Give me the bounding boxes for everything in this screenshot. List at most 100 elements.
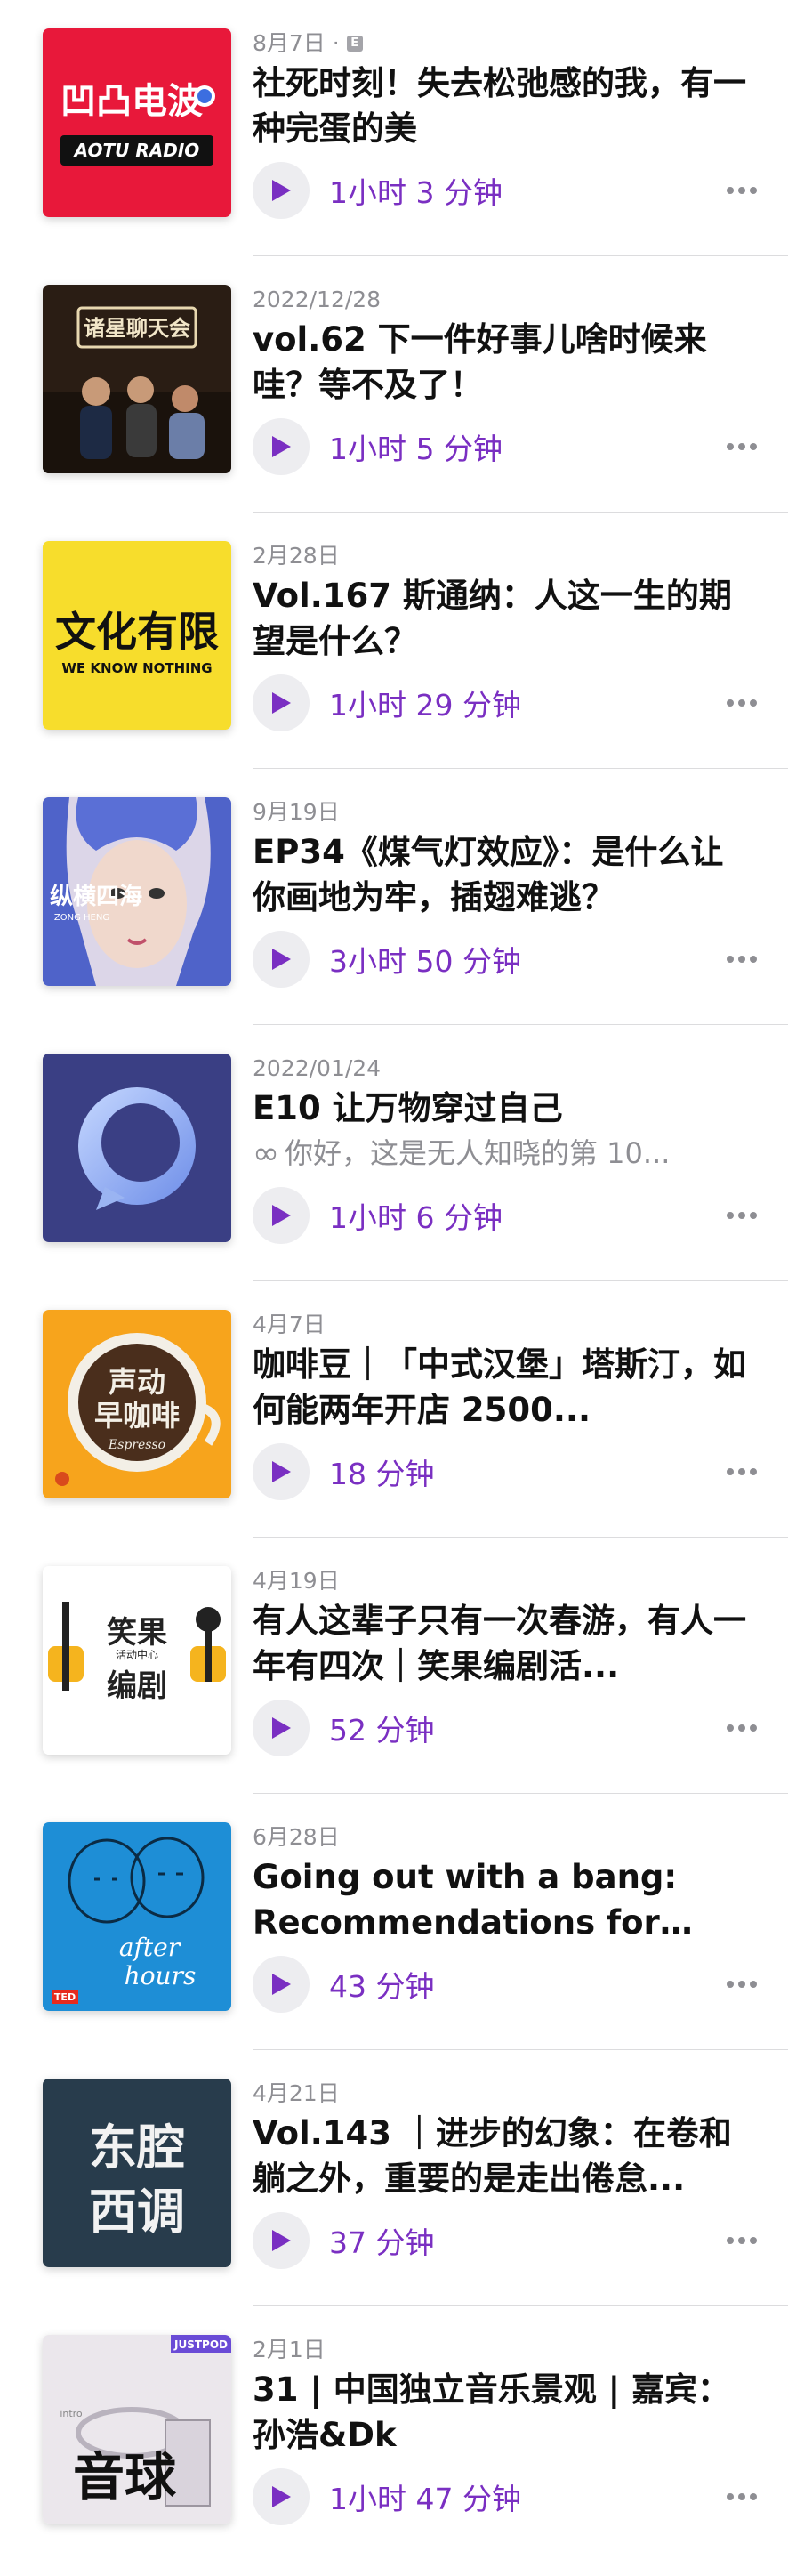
play-button[interactable]	[253, 674, 310, 731]
podcast-artwork-aotu-radio[interactable]: 凹凸电波 AOTU RADIO	[43, 28, 231, 217]
yinqiu-artwork: JUSTPOD intro 音球	[43, 2335, 231, 2524]
svg-text:TED: TED	[54, 1991, 76, 2003]
episode-title[interactable]: Vol.143 ｜进步的幻象：在卷和躺之外，重要的是走出倦怠...	[253, 2111, 756, 2201]
shengdong-zaokafei-artwork: 声动 早咖啡 Espresso	[43, 1310, 231, 1498]
more-dot-icon	[738, 443, 745, 450]
more-dot-icon	[738, 187, 745, 194]
more-dot-icon	[750, 1724, 757, 1732]
episode-title[interactable]: E10 让万物穿过自己	[253, 1086, 756, 1131]
episode-title[interactable]: Going out with a bang: Recommendations f…	[253, 1854, 756, 1945]
episode-date: 2月1日	[253, 2337, 326, 2362]
svg-text:纵横四海: 纵横四海	[50, 884, 142, 910]
aotu-radio-artwork: 凹凸电波 AOTU RADIO	[43, 28, 231, 217]
more-dot-icon	[727, 2237, 734, 2244]
more-options-button[interactable]	[722, 171, 761, 210]
zongheng-sihai-artwork: 纵横四海 ZONG HENG	[43, 797, 231, 986]
episode-date: 9月19日	[253, 799, 340, 825]
podcast-artwork-after-hours[interactable]: after hours TED	[43, 1822, 231, 2011]
more-dot-icon	[750, 187, 757, 194]
episode-title[interactable]: vol.62 下一件好事儿啥时候来哇？等不及了！	[253, 317, 756, 408]
dongqiang-xidiao-artwork: 东腔 西调	[43, 2079, 231, 2267]
episode-row[interactable]: 笑果 活动中心 编剧 4月19日 有人这辈子只有一次春游，有人一年有四次｜笑果编…	[0, 1538, 788, 1794]
play-icon	[272, 692, 291, 714]
episode-title[interactable]: Vol.167 斯通纳：人这一生的期望是什么？	[253, 573, 756, 664]
more-options-button[interactable]	[722, 2477, 761, 2516]
episode-row[interactable]: 凹凸电波 AOTU RADIO 8月7日 · E 社死时刻！失去松弛感的我，有一…	[0, 0, 788, 256]
svg-text:东腔: 东腔	[89, 2120, 185, 2176]
episode-row[interactable]: JUSTPOD intro 音球 2月1日 31 | 中国独立音乐景观 | 嘉宾…	[0, 2306, 788, 2563]
episode-title[interactable]: 有人这辈子只有一次春游，有人一年有四次｜笑果编剧活...	[253, 1598, 756, 1689]
episode-date: 4月7日	[253, 1312, 326, 1337]
svg-text:笑果: 笑果	[107, 1615, 167, 1651]
episode-duration: 1小时 29 分钟	[329, 688, 521, 723]
episode-date: 2022/12/28	[253, 287, 382, 312]
episode-row[interactable]: after hours TED 6月28日 Going out with a b…	[0, 1794, 788, 2050]
wenhua-youxian-artwork: 文化有限 WE KNOW NOTHING	[43, 541, 231, 730]
svg-text:声动: 声动	[109, 1365, 165, 1399]
podcast-artwork-wuren-zhixiao[interactable]	[43, 1054, 231, 1242]
episode-title[interactable]: 咖啡豆｜「中式汉堡」塔斯汀，如何能两年开店 2500...	[253, 1342, 756, 1433]
more-dot-icon	[738, 956, 745, 963]
play-button[interactable]	[253, 931, 310, 988]
svg-text:西调: 西调	[89, 2184, 185, 2240]
more-dot-icon	[727, 1212, 734, 1219]
more-dot-icon	[727, 187, 734, 194]
play-button[interactable]	[253, 1443, 310, 1500]
more-options-button[interactable]	[722, 2221, 761, 2260]
episode-row[interactable]: 东腔 西调 4月21日 Vol.143 ｜进步的幻象：在卷和躺之外，重要的是走出…	[0, 2050, 788, 2306]
svg-text:活动中心: 活动中心	[116, 1648, 158, 1661]
more-dot-icon	[738, 699, 745, 707]
play-button[interactable]	[253, 162, 310, 219]
more-dot-icon	[738, 1981, 745, 1988]
episode-title[interactable]: EP34《煤气灯效应》：是什么让你画地为牢，插翅难逃？	[253, 829, 756, 920]
play-button[interactable]	[253, 418, 310, 475]
episode-row[interactable]: 纵横四海 ZONG HENG 9月19日 EP34《煤气灯效应》：是什么让你画地…	[0, 769, 788, 1025]
play-icon	[272, 1717, 291, 1739]
podcast-artwork-wenhua-youxian[interactable]: 文化有限 WE KNOW NOTHING	[43, 541, 231, 730]
more-options-button[interactable]	[722, 427, 761, 466]
play-button[interactable]	[253, 1700, 310, 1756]
podcast-artwork-shengdong-zaokafei[interactable]: 声动 早咖啡 Espresso	[43, 1310, 231, 1498]
episode-row[interactable]: 文化有限 WE KNOW NOTHING 2月28日 Vol.167 斯通纳：人…	[0, 513, 788, 769]
play-icon	[272, 2230, 291, 2251]
play-button[interactable]	[253, 1956, 310, 2013]
more-dot-icon	[727, 956, 734, 963]
svg-text:文化有限: 文化有限	[55, 608, 219, 656]
podcast-artwork-zongheng-sihai[interactable]: 纵横四海 ZONG HENG	[43, 797, 231, 986]
podcast-artwork-xiaoguo-bianju[interactable]: 笑果 活动中心 编剧	[43, 1566, 231, 1755]
more-dot-icon	[750, 2493, 757, 2500]
svg-text:intro: intro	[60, 2408, 83, 2419]
episode-row[interactable]: 声动 早咖啡 Espresso 4月7日 咖啡豆｜「中式汉堡」塔斯汀，如何能两年…	[0, 1281, 788, 1538]
episode-duration: 18 分钟	[329, 1457, 435, 1491]
more-dot-icon	[738, 1724, 745, 1732]
more-options-button[interactable]	[722, 1452, 761, 1491]
more-options-button[interactable]	[722, 1196, 761, 1235]
play-button[interactable]	[253, 2468, 310, 2525]
episode-title[interactable]: 31 | 中国独立音乐景观 | 嘉宾：孙浩&Dk	[253, 2367, 756, 2458]
episode-duration: 1小时 6 分钟	[329, 1200, 503, 1235]
play-icon	[272, 180, 291, 201]
episode-row[interactable]: 诸星聊天会 2022/12/28 vol.62 下一件好事儿啥时候来哇？等不及了…	[0, 256, 788, 513]
podcast-artwork-dongqiang-xidiao[interactable]: 东腔 西调	[43, 2079, 231, 2267]
play-icon	[272, 1461, 291, 1482]
play-button[interactable]	[253, 1187, 310, 1244]
svg-text:ZONG HENG: ZONG HENG	[54, 913, 109, 923]
svg-text:音球: 音球	[73, 2447, 177, 2507]
podcast-artwork-zhuxing[interactable]: 诸星聊天会	[43, 285, 231, 473]
play-button[interactable]	[253, 2212, 310, 2269]
more-options-button[interactable]	[722, 1708, 761, 1748]
more-dot-icon	[750, 2237, 757, 2244]
more-options-button[interactable]	[722, 683, 761, 723]
episode-row[interactable]: 2022/01/24 E10 让万物穿过自己 ∞ 你好，这是无人知晓的第 10.…	[0, 1025, 788, 1281]
svg-text:WE KNOW NOTHING: WE KNOW NOTHING	[61, 660, 212, 676]
more-dot-icon	[727, 2493, 734, 2500]
podcast-artwork-yinqiu[interactable]: JUSTPOD intro 音球	[43, 2335, 231, 2524]
more-dot-icon	[738, 2237, 745, 2244]
more-options-button[interactable]	[722, 1965, 761, 2004]
play-icon	[272, 436, 291, 457]
episode-title[interactable]: 社死时刻！失去松弛感的我，有一种完蛋的美	[253, 61, 756, 151]
svg-text:诸星聊天会: 诸星聊天会	[84, 316, 190, 341]
more-dot-icon	[738, 2493, 745, 2500]
more-options-button[interactable]	[722, 940, 761, 979]
more-dot-icon	[727, 443, 734, 450]
